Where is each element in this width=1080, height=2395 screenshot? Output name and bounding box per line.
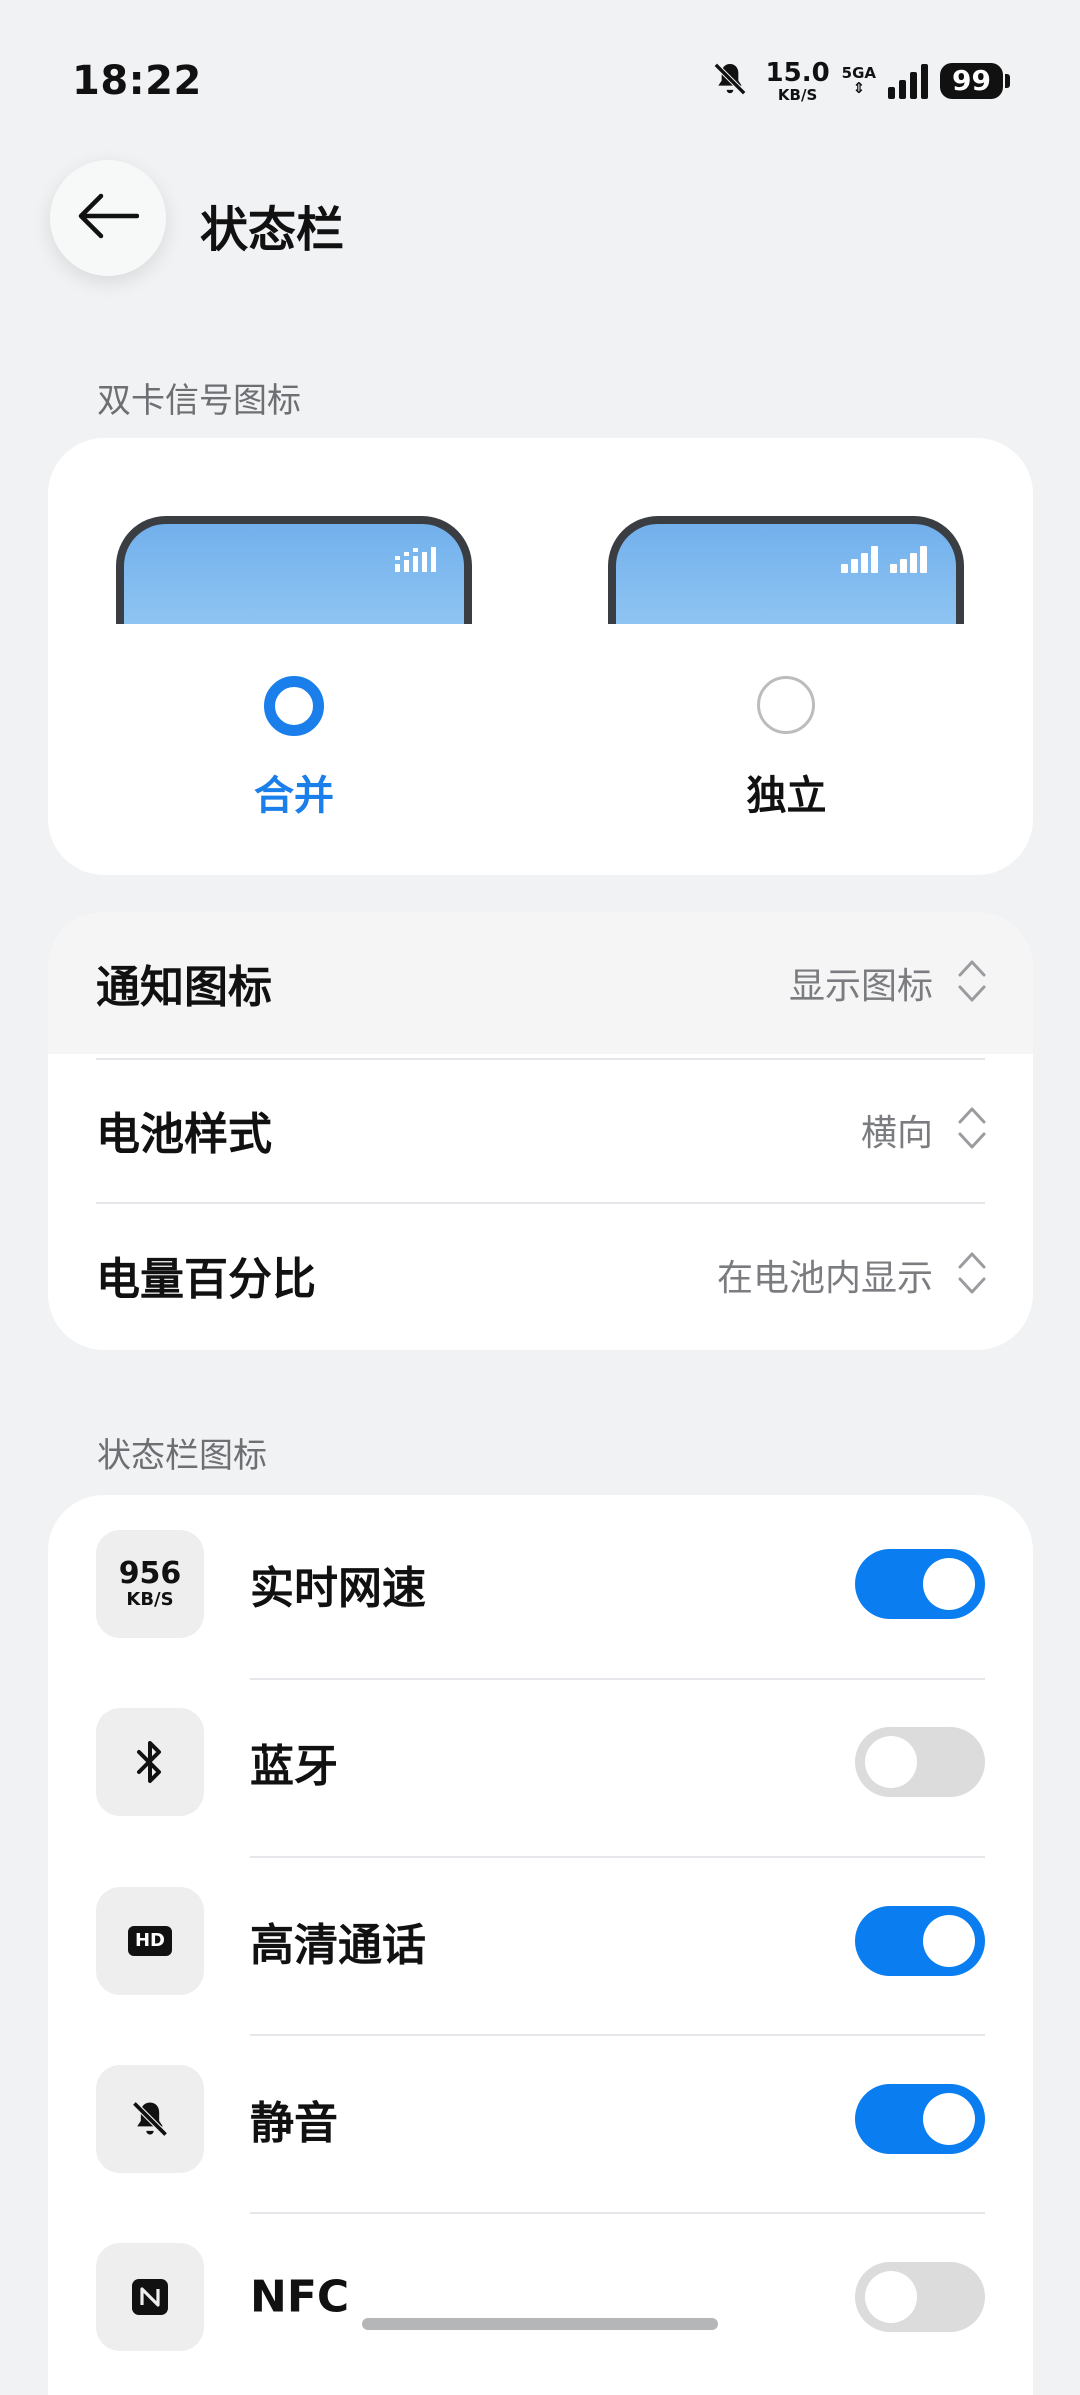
status-icons-section-label: 状态栏图标 [97, 1436, 267, 1476]
toggle-row-nfc[interactable]: NFC [48, 2208, 1033, 2386]
separate-signal-icon [841, 546, 927, 573]
back-arrow-icon [77, 191, 140, 245]
mute-bell-icon [96, 2065, 204, 2173]
merged-signal-icon [395, 547, 436, 572]
data-arrows-icon: ⇕ [852, 79, 866, 97]
status-time: 18:22 [72, 58, 202, 104]
separate-preview [608, 516, 964, 624]
network-type: 5GA ⇕ [841, 64, 877, 97]
home-indicator[interactable] [362, 2318, 718, 2330]
net-speed-icon: 956 KB/S [96, 1530, 204, 1638]
up-down-chevron-icon [957, 957, 987, 1009]
settings-card: 通知图标 显示图标 电池样式 横向 电量百分比 在电池内显示 [48, 912, 1033, 1350]
toggle-row-net-speed[interactable]: 956 KB/S 实时网速 [48, 1495, 1033, 1673]
dual-sim-option-separate[interactable]: 独立 [540, 438, 1033, 875]
merged-radio[interactable] [264, 676, 324, 736]
separate-radio[interactable] [757, 676, 815, 734]
page-title: 状态栏 [200, 202, 345, 258]
merged-label: 合并 [254, 773, 334, 819]
bluetooth-toggle[interactable] [855, 1727, 985, 1797]
toggle-row-hd-call[interactable]: HD 高清通话 [48, 1852, 1033, 2030]
back-button[interactable] [50, 160, 166, 276]
nfc-icon [96, 2243, 204, 2351]
dual-sim-option-merged[interactable]: 合并 [48, 438, 540, 875]
net-speed-toggle[interactable] [855, 1549, 985, 1619]
dual-sim-card: 合并 独立 [48, 438, 1033, 875]
status-icons-card: 956 KB/S 实时网速 蓝牙 HD 高清通话 静音 NFC [48, 1495, 1033, 2395]
setting-battery-style[interactable]: 电池样式 横向 [48, 1059, 1033, 1201]
signal-icon [888, 63, 929, 99]
mute-toggle[interactable] [855, 2084, 985, 2154]
merged-preview [116, 516, 472, 624]
toggle-row-bluetooth[interactable]: 蓝牙 [48, 1673, 1033, 1851]
battery-icon: 99 [940, 63, 1010, 99]
separate-label: 独立 [746, 773, 827, 819]
nfc-toggle[interactable] [855, 2262, 985, 2332]
status-net-speed: 15.0 KB/S [765, 57, 830, 104]
hd-call-toggle[interactable] [855, 1906, 985, 1976]
up-down-chevron-icon [957, 1249, 987, 1301]
status-bar: 18:22 15.0 KB/S 5GA ⇕ 99 [0, 0, 1080, 160]
hd-call-icon: HD [96, 1887, 204, 1995]
bluetooth-icon [96, 1708, 204, 1816]
dual-sim-section-label: 双卡信号图标 [97, 381, 301, 421]
setting-battery-percentage[interactable]: 电量百分比 在电池内显示 [48, 1204, 1033, 1346]
toggle-row-mute[interactable]: 静音 [48, 2030, 1033, 2208]
up-down-chevron-icon [957, 1104, 987, 1156]
mute-bell-icon [710, 59, 750, 103]
status-icons-right: 15.0 KB/S 5GA ⇕ 99 [710, 56, 1010, 106]
setting-notification-icons[interactable]: 通知图标 显示图标 [48, 912, 1033, 1054]
